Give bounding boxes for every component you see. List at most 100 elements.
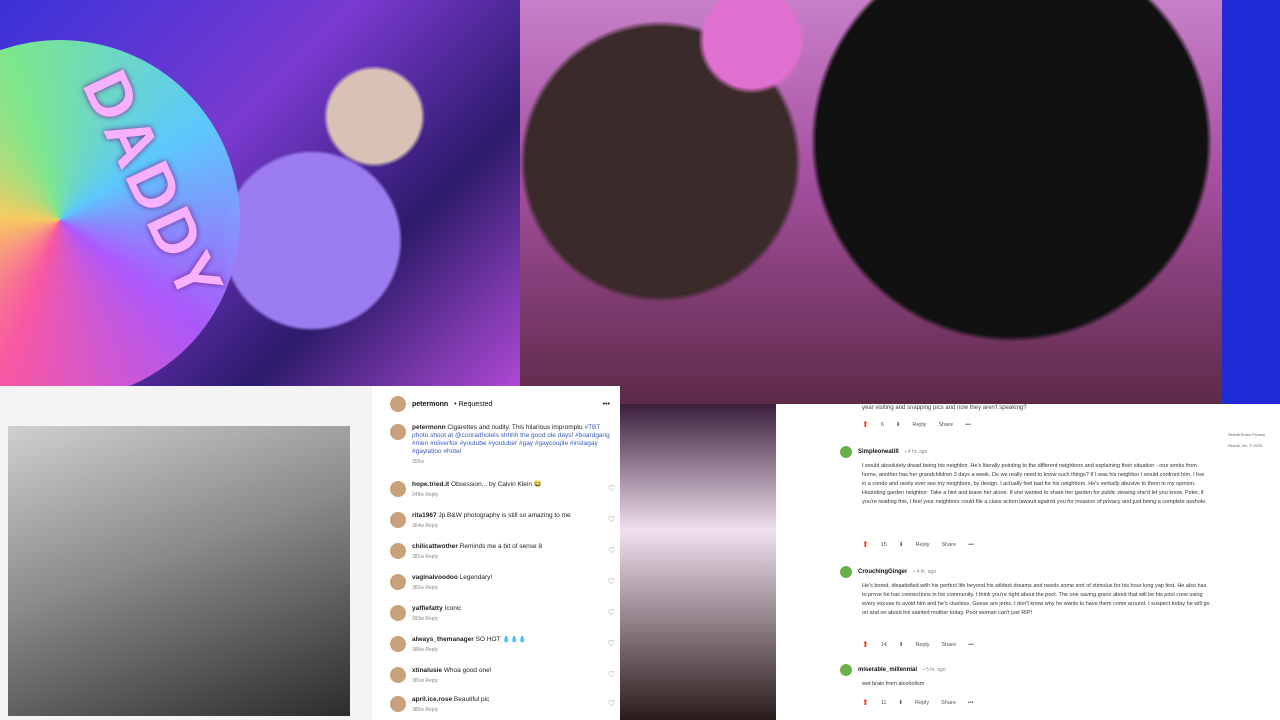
- comment-user[interactable]: xtinalusie: [412, 667, 442, 674]
- reply-button[interactable]: Reply: [915, 642, 929, 648]
- upvote-icon[interactable]: ⬆: [862, 540, 869, 549]
- reddit-sidebar-footer: Reddit Rules Privacy Reddit, Inc. © 2025: [1228, 432, 1265, 454]
- comment-text: Obsession... by Calvin Klein 😂: [451, 481, 542, 488]
- list-item: yaffiefatty Iconic 393w Reply ♡: [390, 605, 615, 623]
- reply-button[interactable]: Reply: [915, 700, 929, 706]
- vote-bar: ⬆ 14 ⬇ Reply Share •••: [862, 640, 974, 649]
- more-options-icon[interactable]: •••: [968, 642, 974, 648]
- avatar[interactable]: [390, 512, 406, 528]
- list-item: chilicattwother Reminds me a bit of sens…: [390, 543, 615, 561]
- avatar[interactable]: [840, 566, 852, 578]
- avatar[interactable]: [390, 396, 406, 412]
- comment-meta[interactable]: 381w Reply: [412, 677, 492, 685]
- share-button[interactable]: Share: [941, 700, 956, 706]
- comment-meta[interactable]: 248w Reply: [412, 491, 542, 499]
- list-item: rita1967 Jp B&W photography is still so …: [390, 512, 615, 530]
- downvote-icon[interactable]: ⬇: [898, 700, 903, 706]
- heart-icon[interactable]: ♡: [608, 640, 615, 648]
- instagram-username[interactable]: petermonn: [412, 401, 448, 408]
- caption-text: Cigarettes and nudity. This hilarious im…: [447, 424, 583, 431]
- avatar[interactable]: [840, 664, 852, 676]
- vote-bar: ⬆ 11 ⬇ Reply Share •••: [862, 698, 974, 707]
- reddit-rules-link[interactable]: Reddit Rules Privacy: [1228, 432, 1265, 437]
- reddit-comment: CrouchingGinger • 4 hr. ago He's bored, …: [840, 566, 1210, 618]
- comment-author[interactable]: Simpleoneatill: [858, 449, 899, 455]
- caption-time: 355w: [412, 459, 424, 465]
- share-button[interactable]: Share: [942, 642, 957, 648]
- comment-text: Beautiful pic: [453, 696, 490, 703]
- comment-meta[interactable]: 386w Reply: [412, 646, 527, 654]
- comment-user[interactable]: rita1967: [412, 512, 437, 519]
- vote-bar: ⬆ 15 ⬇ Reply Share •••: [862, 540, 974, 549]
- downvote-icon[interactable]: ⬇: [899, 542, 904, 548]
- comment-time: • 5 hr. ago: [923, 667, 946, 673]
- upvote-icon[interactable]: ⬆: [862, 698, 869, 707]
- heart-icon[interactable]: ♡: [608, 516, 615, 524]
- upvote-icon[interactable]: ⬆: [862, 420, 869, 429]
- list-item: vaginalvoodoo Legendary! 382w Reply ♡: [390, 574, 615, 592]
- previous-comment-tail: year visiting and snapping pics and now …: [862, 405, 1027, 411]
- comment-user[interactable]: always_themanager: [412, 636, 474, 643]
- avatar[interactable]: [390, 605, 406, 621]
- heart-icon[interactable]: ♡: [608, 609, 615, 617]
- more-options-icon[interactable]: •••: [965, 422, 971, 428]
- list-item: always_themanager SO HOT 💧💧💧 386w Reply …: [390, 636, 615, 654]
- comment-user[interactable]: chilicattwother: [412, 543, 458, 550]
- instagram-header: petermonn • Requested •••: [390, 396, 610, 412]
- comment-meta[interactable]: 393w Reply: [412, 615, 462, 623]
- share-button[interactable]: Share: [938, 422, 953, 428]
- upvote-icon[interactable]: ⬆: [862, 640, 869, 649]
- instagram-caption: petermonn Cigarettes and nudity. This hi…: [390, 424, 615, 466]
- instagram-image-area: [0, 386, 372, 720]
- avatar[interactable]: [390, 696, 406, 712]
- comment-body: wet brain from alcoholism: [862, 681, 925, 687]
- reply-button[interactable]: Reply: [912, 422, 926, 428]
- vote-count: 15: [880, 541, 887, 548]
- comment-user[interactable]: vaginalvoodoo: [412, 574, 458, 581]
- heart-icon[interactable]: ♡: [608, 485, 615, 493]
- instagram-post-panel: petermonn • Requested ••• petermonn Ciga…: [0, 386, 620, 720]
- instagram-bw-photo: [8, 426, 350, 716]
- heart-icon[interactable]: ♡: [608, 547, 615, 555]
- avatar[interactable]: [390, 574, 406, 590]
- avatar[interactable]: [390, 543, 406, 559]
- heart-icon[interactable]: ♡: [608, 578, 615, 586]
- comment-user[interactable]: april.ice.rose: [412, 696, 452, 703]
- photo-club-dance-lower: [620, 404, 776, 720]
- comment-meta[interactable]: 381w Reply: [412, 553, 542, 561]
- list-item: xtinalusie Whoa good one! 381w Reply ♡: [390, 667, 615, 685]
- heart-icon[interactable]: ♡: [608, 671, 615, 679]
- comment-author[interactable]: CrouchingGinger: [858, 569, 907, 575]
- avatar[interactable]: [840, 446, 852, 458]
- comment-body: He's bored, dissatisfied with his perfec…: [862, 583, 1210, 616]
- vote-count: 6: [880, 421, 884, 428]
- more-options-icon[interactable]: •••: [968, 542, 974, 548]
- comment-user[interactable]: hope.tried.it: [412, 481, 449, 488]
- comment-text: Whoa good one!: [443, 667, 492, 674]
- comment-meta[interactable]: 364w Reply: [412, 522, 571, 530]
- comment-user[interactable]: yaffiefatty: [412, 605, 443, 612]
- comment-text: SO HOT 💧💧💧: [475, 636, 527, 643]
- vote-count: 11: [880, 699, 887, 706]
- avatar[interactable]: [390, 667, 406, 683]
- downvote-icon[interactable]: ⬇: [896, 422, 901, 428]
- reddit-comments-panel: year visiting and snapping pics and now …: [776, 404, 1280, 720]
- comment-meta[interactable]: 382w Reply: [412, 584, 492, 592]
- caption-username[interactable]: petermonn: [412, 424, 446, 431]
- heart-icon[interactable]: ♡: [608, 700, 615, 708]
- vote-count: 14: [880, 641, 887, 648]
- avatar[interactable]: [390, 424, 406, 440]
- more-options-icon[interactable]: •••: [603, 401, 610, 408]
- share-button[interactable]: Share: [942, 542, 957, 548]
- reply-button[interactable]: Reply: [915, 542, 929, 548]
- reddit-comment: miserable_millennial • 5 hr. ago wet bra…: [840, 664, 1210, 689]
- downvote-icon[interactable]: ⬇: [899, 642, 904, 648]
- comment-author[interactable]: miserable_millennial: [858, 667, 917, 673]
- list-item: hope.tried.it Obsession... by Calvin Kle…: [390, 481, 615, 499]
- more-options-icon[interactable]: •••: [968, 700, 974, 706]
- avatar[interactable]: [390, 636, 406, 652]
- comment-time: • 4 hr. ago: [904, 449, 928, 455]
- photo-club-dance: [520, 0, 1222, 404]
- avatar[interactable]: [390, 481, 406, 497]
- comment-meta[interactable]: 385w Reply: [412, 706, 489, 714]
